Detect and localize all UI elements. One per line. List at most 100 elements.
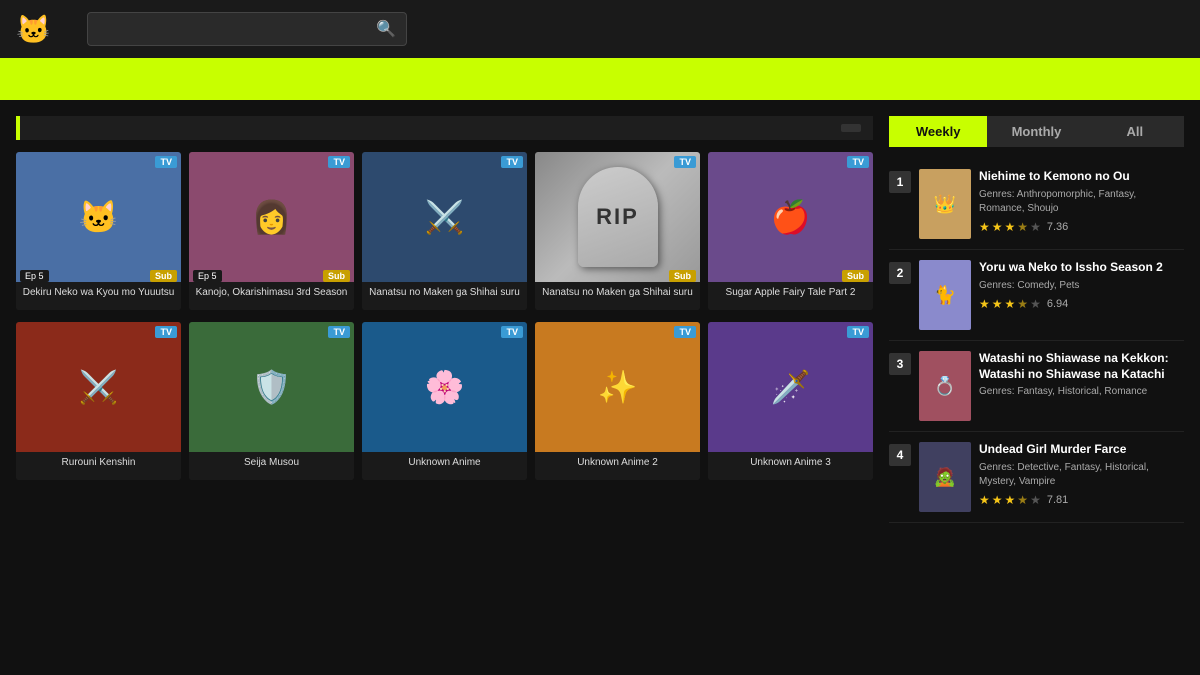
ranking-item-1[interactable]: 1 👑 Niehime to Kemono no Ou Genres: Anthrop… [889, 159, 1184, 250]
rank-score: 7.81 [1047, 494, 1068, 506]
ranking-tab-all[interactable]: All [1086, 116, 1184, 147]
rank-genres: Genres: Detective, Fantasy, Historical, … [979, 461, 1184, 489]
star-1: ★ [992, 297, 1003, 311]
content-area: 🐱TVEp 5SubDekiru Neko wa Kyou mo Yuuutsu… [16, 116, 873, 523]
anime-card-r1-c2[interactable]: ⚔️TV Nanatsu no Maken ga Shihai suru [362, 152, 527, 310]
badge-tv: TV [328, 156, 350, 168]
anime-card-title: Dekiru Neko wa Kyou mo Yuuutsu [16, 282, 181, 310]
anime-card-r2-c4[interactable]: 🗡️TV Unknown Anime 3 [708, 322, 873, 480]
rank-title: Undead Girl Murder Farce [979, 442, 1184, 458]
anime-card-image: 🛡️ [189, 322, 354, 452]
anime-card-r1-c0[interactable]: 🐱TVEp 5SubDekiru Neko wa Kyou mo Yuuutsu [16, 152, 181, 310]
anime-card-title: Nanatsu no Maken ga Shihai suru [362, 282, 527, 310]
badge-sub: Sub [323, 270, 350, 282]
star-3: ★ [1017, 220, 1028, 234]
search-input[interactable] [98, 21, 376, 37]
anime-card-r2-c0[interactable]: ⚔️TVRurouni Kenshin [16, 322, 181, 480]
rank-score: 6.94 [1047, 298, 1068, 310]
rank-info: Yoru wa Neko to Issho Season 2 Genres: Co… [979, 260, 1184, 311]
rank-title: Watashi no Shiawase na Kekkon: Watashi n… [979, 351, 1184, 382]
rank-title: Niehime to Kemono no Ou [979, 169, 1184, 185]
badge-tv: TV [847, 326, 869, 338]
logo[interactable]: 🐱 [16, 13, 55, 46]
ranking-item-3[interactable]: 3💍Watashi no Shiawase na Kekkon: Watashi… [889, 341, 1184, 432]
anime-card-image: 🗡️ [708, 322, 873, 452]
badge-tv: TV [847, 156, 869, 168]
anime-card-r1-c3[interactable]: RIP TV SubNanatsu no Maken ga Shihai suru [535, 152, 700, 310]
ranking-tabs: WeeklyMonthlyAll [889, 116, 1184, 147]
ranking-item-4[interactable]: 4 🧟 Undead Girl Murder Farce Genres: Detect… [889, 432, 1184, 523]
anime-card-image: 🌸 [362, 322, 527, 452]
rank-info: Niehime to Kemono no Ou Genres: Anthropom… [979, 169, 1184, 234]
rank-number: 2 [889, 262, 911, 284]
anime-card-title: Unknown Anime 2 [535, 452, 700, 480]
rank-score: 7.36 [1047, 221, 1068, 233]
rank-info: Watashi no Shiawase na Kekkon: Watashi n… [979, 351, 1184, 403]
rank-genres: Genres: Anthropomorphic, Fantasy, Romanc… [979, 188, 1184, 216]
ranking-item-2[interactable]: 2 🐈 Yoru wa Neko to Issho Season 2 Genres: … [889, 250, 1184, 341]
star-2: ★ [1005, 493, 1016, 507]
badge-sub: Sub [150, 270, 177, 282]
rank-stars: ★★★★★7.36 [979, 220, 1184, 234]
rank-number: 1 [889, 171, 911, 193]
rank-title: Yoru wa Neko to Issho Season 2 [979, 260, 1184, 276]
anime-card-image: ✨ [535, 322, 700, 452]
rip-text: RIP [596, 204, 639, 230]
star-0: ★ [979, 493, 990, 507]
star-1: ★ [992, 220, 1003, 234]
rank-stars: ★★★★★6.94 [979, 297, 1184, 311]
rank-genres: Genres: Comedy, Pets [979, 279, 1184, 293]
logo-icon: 🐱 [16, 13, 51, 46]
anime-card-r2-c3[interactable]: ✨TVUnknown Anime 2 [535, 322, 700, 480]
anime-card-title: Sugar Apple Fairy Tale Part 2 [708, 282, 873, 310]
badge-tv: TV [155, 326, 177, 338]
badge-tv: TV [501, 326, 523, 338]
rank-thumbnail: 👑 [919, 169, 971, 239]
rank-number: 4 [889, 444, 911, 466]
anime-card-title: Rurouni Kenshin [16, 452, 181, 480]
badge-tv: TV [674, 156, 696, 168]
star-2: ★ [1005, 297, 1016, 311]
anime-card-title: Unknown Anime 3 [708, 452, 873, 480]
search-bar[interactable]: 🔍 [87, 12, 407, 46]
star-0: ★ [979, 220, 990, 234]
badge-tv: TV [501, 156, 523, 168]
badge-sub: Sub [669, 270, 696, 282]
sidebar: WeeklyMonthlyAll 1👑Niehime to Kemono no … [889, 116, 1184, 523]
anime-card-r1-c1[interactable]: 👩TV Ep 5 SubKanojo, Okarishimasu 3rd Seaso… [189, 152, 354, 310]
rank-thumbnail: 🐈 [919, 260, 971, 330]
star-2: ★ [1005, 220, 1016, 234]
badge-ep: Ep 5 [20, 270, 49, 282]
ranking-tab-monthly[interactable]: Monthly [987, 116, 1085, 147]
anime-card-image: 👩 [189, 152, 354, 282]
anime-card-r2-c2[interactable]: 🌸TVUnknown Anime [362, 322, 527, 480]
rank-genres: Genres: Fantasy, Historical, Romance [979, 385, 1184, 399]
ranking-tab-weekly[interactable]: Weekly [889, 116, 987, 147]
nav-item-home[interactable] [16, 58, 40, 100]
main-content: 🐱TVEp 5SubDekiru Neko wa Kyou mo Yuuutsu… [0, 100, 1200, 539]
header: 🐱 🔍 [0, 0, 1200, 58]
anime-card-title: Kanojo, Okarishimasu 3rd Season [189, 282, 354, 310]
rank-thumbnail: 🧟 [919, 442, 971, 512]
star-4: ★ [1030, 493, 1041, 507]
star-1: ★ [992, 493, 1003, 507]
badge-ep: Ep 5 [193, 270, 222, 282]
anime-card-title: Nanatsu no Maken ga Shihai suru [535, 282, 700, 310]
star-3: ★ [1017, 493, 1028, 507]
search-icon[interactable]: 🔍 [376, 19, 396, 39]
anime-card-image: 🍎 [708, 152, 873, 282]
view-all-button[interactable] [841, 124, 861, 132]
anime-card-r1-c4[interactable]: 🍎TVSubSugar Apple Fairy Tale Part 2 [708, 152, 873, 310]
anime-grid-row1: 🐱TVEp 5SubDekiru Neko wa Kyou mo Yuuutsu… [16, 152, 873, 310]
star-4: ★ [1030, 297, 1041, 311]
rank-info: Undead Girl Murder Farce Genres: Detectiv… [979, 442, 1184, 507]
anime-card-image: ⚔️ [362, 152, 527, 282]
star-0: ★ [979, 297, 990, 311]
anime-grid-row2: ⚔️TVRurouni Kenshin🛡️TVSeija Musou🌸TVUnk… [16, 322, 873, 480]
ranking-list: 1 👑 Niehime to Kemono no Ou Genres: Anthrop… [889, 159, 1184, 523]
section-header [16, 116, 873, 140]
anime-card-title: Seija Musou [189, 452, 354, 480]
badge-tv: TV [155, 156, 177, 168]
anime-card-r2-c1[interactable]: 🛡️TVSeija Musou [189, 322, 354, 480]
nav-bar [0, 58, 1200, 100]
